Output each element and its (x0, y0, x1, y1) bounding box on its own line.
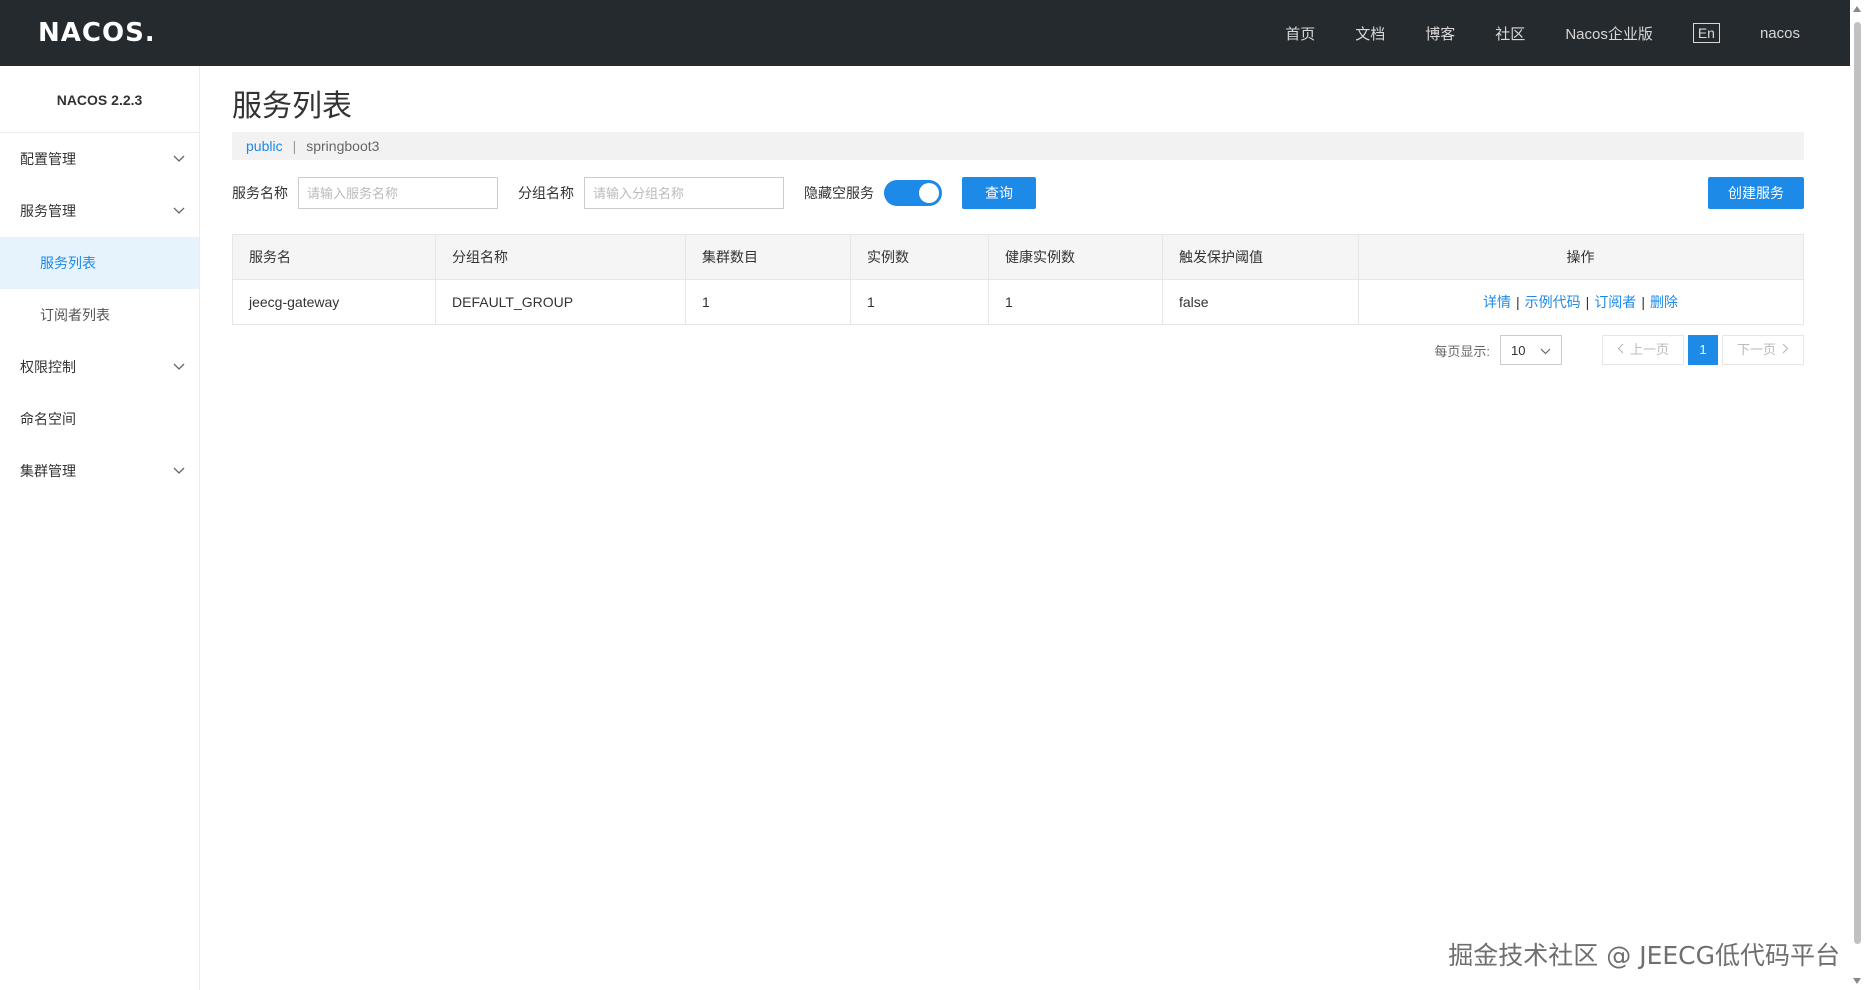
chevron-left-icon (1617, 335, 1624, 365)
breadcrumb-namespace[interactable]: public (246, 138, 283, 154)
top-nav: 首页 文档 博客 社区 Nacos企业版 En nacos (1245, 0, 1800, 66)
chevron-down-icon (171, 185, 187, 237)
sidebar-item-label: 服务管理 (20, 203, 76, 219)
chevron-down-icon (1540, 343, 1551, 358)
vertical-scrollbar[interactable] (1850, 0, 1865, 990)
sidebar-item-service-management[interactable]: 服务管理 (0, 185, 199, 237)
sidebar-item-label: 服务列表 (40, 255, 96, 271)
nav-blog[interactable]: 博客 (1425, 23, 1455, 44)
breadcrumb-current: springboot3 (306, 138, 380, 154)
sidebar-item-label: 订阅者列表 (40, 307, 110, 323)
breadcrumb: public | springboot3 (232, 132, 1804, 160)
sidebar-item-label: 权限控制 (20, 359, 76, 375)
nav-docs[interactable]: 文档 (1355, 23, 1385, 44)
service-name-input[interactable] (298, 177, 498, 209)
table-row: jeecg-gateway DEFAULT_GROUP 1 1 1 false … (232, 279, 1804, 325)
op-details-link[interactable]: 详情 (1483, 294, 1511, 310)
scroll-up-icon[interactable] (1853, 6, 1861, 12)
cell-protect-threshold: false (1162, 279, 1359, 325)
scroll-down-icon[interactable] (1853, 978, 1861, 984)
op-subscribers-link[interactable]: 订阅者 (1594, 294, 1636, 310)
user-menu[interactable]: nacos (1760, 25, 1800, 42)
column-header-operations: 操作 (1358, 234, 1804, 280)
next-page-label: 下一页 (1736, 342, 1776, 357)
breadcrumb-separator: | (292, 138, 297, 154)
page-number-1[interactable]: 1 (1687, 335, 1718, 365)
cell-healthy-count: 1 (988, 279, 1163, 325)
sidebar-item-config-management[interactable]: 配置管理 (0, 133, 199, 185)
sidebar-item-label: 配置管理 (20, 151, 76, 167)
page-size-value: 10 (1510, 342, 1526, 358)
nav-community[interactable]: 社区 (1495, 23, 1525, 44)
create-service-button[interactable]: 创建服务 (1708, 177, 1804, 209)
nav-enterprise[interactable]: Nacos企业版 (1565, 23, 1653, 44)
service-name-label: 服务名称 (232, 185, 288, 201)
prev-page-label: 上一页 (1629, 342, 1669, 357)
hide-empty-toggle[interactable] (884, 180, 942, 206)
op-sample-code-link[interactable]: 示例代码 (1525, 294, 1581, 310)
nav-home[interactable]: 首页 (1285, 23, 1315, 44)
prev-page-button[interactable]: 上一页 (1601, 335, 1684, 365)
chevron-down-icon (171, 133, 187, 185)
page-title: 服务列表 (232, 90, 352, 123)
column-header-protect-threshold[interactable]: 触发保护阈值 (1162, 234, 1359, 280)
top-bar: NACOS. 首页 文档 博客 社区 Nacos企业版 En nacos (0, 0, 1850, 66)
cell-service-name: jeecg-gateway (232, 279, 436, 325)
watermark: 掘金技术社区 @ JEECG低代码平台 (1448, 941, 1840, 970)
cell-operations: 详情 | 示例代码 | 订阅者 | 删除 (1358, 279, 1804, 325)
hide-empty-label: 隐藏空服务 (804, 185, 874, 201)
filter-bar: 服务名称 分组名称 隐藏空服务 查询 创建服务 (232, 176, 1804, 210)
nacos-logo[interactable]: NACOS. (38, 18, 156, 48)
cell-cluster-count: 1 (685, 279, 851, 325)
sidebar-item-subscriber-list[interactable]: 订阅者列表 (0, 289, 199, 341)
chevron-right-icon (1782, 335, 1789, 365)
toggle-knob (919, 183, 939, 203)
cell-group-name: DEFAULT_GROUP (435, 279, 686, 325)
column-header-cluster-count[interactable]: 集群数目 (685, 234, 851, 280)
main-content: 服务列表 public | springboot3 服务名称 分组名称 隐藏空服务 … (232, 66, 1804, 365)
chevron-down-icon (171, 341, 187, 393)
sidebar-item-cluster-management[interactable]: 集群管理 (0, 445, 199, 497)
sidebar-item-namespace[interactable]: 命名空间 (0, 393, 199, 445)
sidebar-item-label: 集群管理 (20, 463, 76, 479)
pagination: 每页显示: 10 上一页 1 下一页 (232, 335, 1804, 365)
op-delete-link[interactable]: 删除 (1650, 294, 1678, 310)
sidebar-item-label: 命名空间 (20, 411, 76, 427)
column-header-group-name[interactable]: 分组名称 (435, 234, 686, 280)
language-toggle[interactable]: En (1692, 23, 1720, 43)
query-button[interactable]: 查询 (962, 177, 1036, 209)
next-page-button[interactable]: 下一页 (1721, 335, 1804, 365)
service-table: 服务名 分组名称 集群数目 实例数 健康实例数 触发保护阈值 操作 jeecg-… (232, 234, 1804, 325)
table-header-row: 服务名 分组名称 集群数目 实例数 健康实例数 触发保护阈值 操作 (232, 234, 1804, 280)
sidebar-item-access-control[interactable]: 权限控制 (0, 341, 199, 393)
sidebar: NACOS 2.2.3 配置管理 服务管理 服务列表 订阅者列表 权限控制 命名… (0, 66, 200, 990)
column-header-instance-count[interactable]: 实例数 (850, 234, 989, 280)
column-header-service-name[interactable]: 服务名 (232, 234, 436, 280)
page-size-select[interactable]: 10 (1499, 335, 1562, 365)
page-size-label: 每页显示: (1434, 343, 1490, 359)
version-label: NACOS 2.2.3 (0, 66, 199, 133)
group-name-label: 分组名称 (518, 185, 574, 201)
sidebar-item-service-list[interactable]: 服务列表 (0, 237, 199, 289)
chevron-down-icon (171, 445, 187, 497)
group-name-input[interactable] (584, 177, 784, 209)
column-header-healthy-count[interactable]: 健康实例数 (988, 234, 1163, 280)
cell-instance-count: 1 (850, 279, 989, 325)
scroll-thumb[interactable] (1854, 22, 1861, 944)
